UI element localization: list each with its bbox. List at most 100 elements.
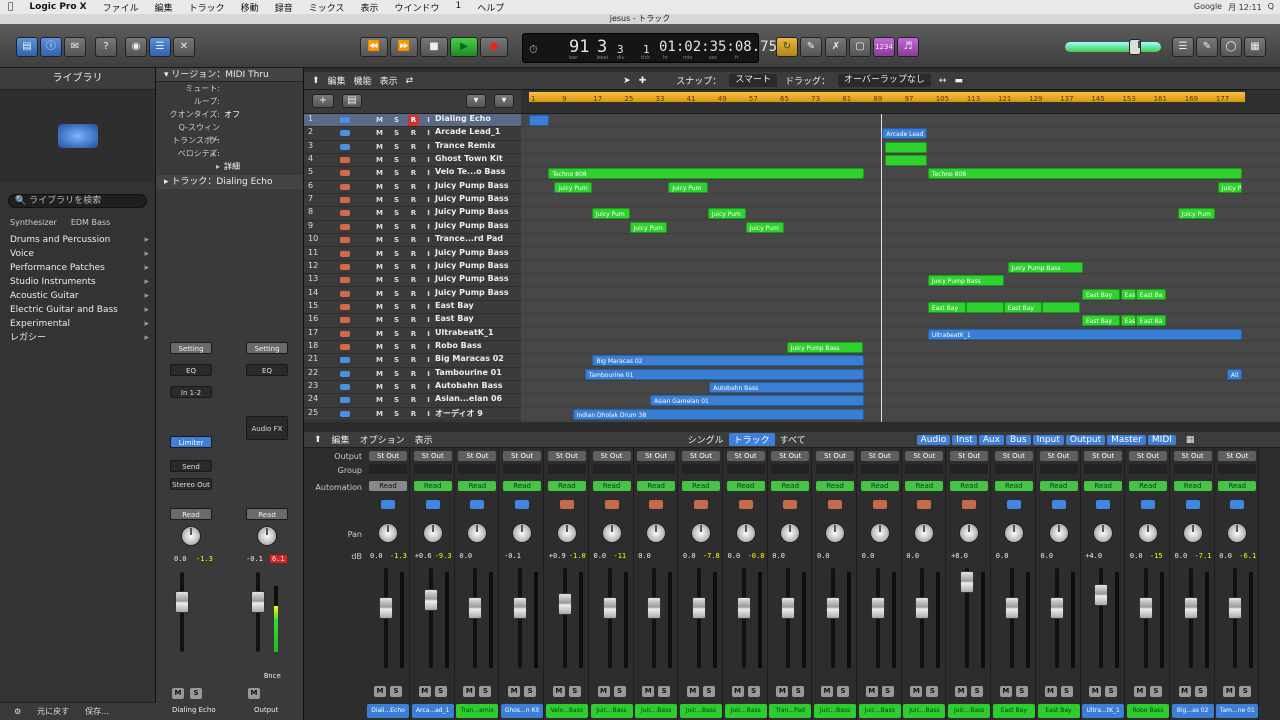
mute-button[interactable]: M [374, 686, 386, 697]
volume-fader[interactable] [602, 597, 617, 619]
library-category[interactable]: Drums and Percussion [0, 233, 155, 247]
metronome-button[interactable]: ♬ [897, 37, 919, 57]
mixer-filter-tab[interactable]: Output [1065, 434, 1106, 445]
library-category[interactable]: Studio Instruments [0, 275, 155, 289]
track-solo-button[interactable]: S [391, 382, 402, 393]
track-record-button[interactable]: R [408, 222, 419, 233]
inspector-row[interactable]: ベロシティ: [156, 147, 303, 160]
group-slot[interactable] [503, 464, 542, 474]
pan-knob[interactable] [646, 523, 667, 543]
channel-name[interactable]: Juic...Bass [679, 704, 722, 718]
channel-name[interactable]: Arca...ad_1 [411, 704, 454, 718]
input-slot[interactable]: In 1-2 [170, 386, 212, 398]
stop-button[interactable]: ■ [420, 37, 448, 57]
channel-name[interactable]: Juic...Bass [724, 704, 767, 718]
region[interactable] [1041, 301, 1080, 313]
mixer-filter-tab[interactable]: MIDI [1147, 434, 1176, 445]
automation-mode[interactable]: Read [726, 481, 765, 491]
track-inspector-header[interactable]: ▸ トラック：Dialing Echo [156, 175, 303, 189]
track-solo-button[interactable]: S [391, 355, 402, 366]
track-record-button[interactable]: R [408, 235, 419, 246]
breadcrumb-synthesizer[interactable]: Synthesizer [10, 218, 57, 227]
play-button[interactable]: ▶ [450, 37, 478, 57]
track-record-button[interactable]: R [408, 302, 419, 313]
library-settings-icon[interactable]: ⚙ [14, 707, 21, 716]
region[interactable]: East Bay [927, 301, 966, 313]
mixer-button[interactable]: ☰ [149, 37, 171, 57]
track-header[interactable]: 4 M S R I Ghost Town Kit [304, 154, 521, 168]
mute-button[interactable]: M [1223, 686, 1236, 697]
region[interactable]: Juicy Pump Bass [927, 275, 1004, 287]
pan-knob[interactable] [959, 523, 980, 543]
mute-button[interactable]: M [1044, 686, 1057, 697]
output-slot[interactable]: St Out [681, 451, 720, 461]
region[interactable]: Juicy Pum [554, 181, 593, 193]
track-record-button[interactable]: R [408, 182, 419, 193]
mute-button[interactable]: M [1089, 686, 1102, 697]
group-slot[interactable] [1173, 464, 1212, 474]
track-header[interactable]: 24 M S R I Asian...elan 06 [304, 394, 521, 408]
automation-mode[interactable]: Read [458, 481, 497, 491]
mute-button[interactable]: M [642, 686, 655, 697]
menu-item[interactable]: 移動 [233, 1, 267, 14]
automation-mode[interactable]: Read [503, 481, 542, 491]
automation-mode[interactable]: Read [994, 481, 1033, 491]
region[interactable] [528, 115, 550, 126]
region[interactable]: East Ba [1135, 288, 1167, 300]
automation-mode[interactable]: Read [1039, 481, 1078, 491]
master-volume-slider[interactable] [1065, 39, 1161, 55]
track-record-button[interactable]: R [408, 369, 419, 380]
solo-button[interactable]: S [702, 686, 715, 697]
group-slot[interactable] [860, 464, 899, 474]
output-slot[interactable]: St Out [592, 451, 631, 461]
channel-name[interactable]: Velo...Bass [545, 704, 588, 718]
solo-button[interactable]: S [837, 686, 849, 697]
track-solo-button[interactable]: S [391, 128, 402, 139]
revert-button[interactable]: 元に戻す [37, 706, 69, 717]
mixer-filter-tab[interactable]: Bus [1006, 434, 1031, 445]
track-input-button[interactable]: I [423, 168, 434, 179]
output-slot[interactable]: St Out [503, 451, 542, 461]
region[interactable]: Techno 808 [927, 168, 1243, 180]
track-header[interactable]: 22 M S R I Tambourine 01 [304, 368, 521, 381]
mute-button[interactable]: M [597, 686, 610, 697]
track-mute-button[interactable]: M [374, 182, 385, 193]
mixer-view-tab[interactable]: すべて [775, 433, 811, 446]
output-slot[interactable]: St Out [1039, 451, 1078, 461]
cycle-region[interactable]: 1 9 17 25 33 41 49 57 65 73 81 89 97 105 113 121 129 137 1… [529, 92, 1245, 103]
drag-select[interactable]: オーバーラップなし [838, 74, 931, 87]
volume-fader[interactable] [960, 571, 975, 593]
track-header[interactable]: 23 M S R I Autobahn Bass [304, 381, 521, 395]
track-record-button[interactable]: R [408, 262, 419, 273]
channel-name[interactable]: Big...as 02 [1171, 704, 1214, 718]
region[interactable]: Autobahn Bass [709, 382, 865, 393]
mute-button[interactable]: M [686, 686, 699, 697]
track-record-button[interactable]: R [408, 155, 419, 166]
output-slot[interactable]: St Out [860, 451, 899, 461]
track-solo-button[interactable]: S [391, 262, 402, 273]
edit-menu[interactable]: 編集 [328, 74, 346, 87]
track-mute-button[interactable]: M [374, 195, 385, 206]
track-input-button[interactable]: I [423, 222, 434, 233]
functions-menu[interactable]: 機能 [354, 74, 372, 87]
track-mute-button[interactable]: M [374, 275, 385, 286]
track-mute-button[interactable]: M [374, 369, 385, 380]
automation-mode[interactable]: Read [905, 481, 944, 491]
solo-button[interactable]: ▢ [849, 37, 871, 57]
count-in-button[interactable]: 1234 [873, 37, 895, 57]
track-input-button[interactable]: I [423, 395, 434, 406]
mixer-filter-tab[interactable]: Aux [978, 434, 1004, 445]
channel-name[interactable]: Juic...Bass [814, 704, 856, 718]
output-slot[interactable]: St Out [950, 451, 989, 461]
add-track-button[interactable]: + [312, 94, 334, 108]
mixer-up-arrow-icon[interactable]: ⬆ [314, 435, 322, 445]
tuner-button[interactable]: ✗ [825, 37, 847, 57]
pan-knob[interactable] [556, 523, 577, 543]
snap-select[interactable]: スマート [729, 74, 777, 87]
track-record-button[interactable]: R [408, 168, 419, 179]
track-input-button[interactable]: I [423, 302, 434, 313]
library-category[interactable]: Experimental [0, 317, 155, 331]
group-slot[interactable] [1128, 464, 1167, 474]
bounce-button[interactable]: Bnce [264, 672, 281, 680]
waveform-zoom-icon[interactable]: ↔ [939, 76, 947, 86]
